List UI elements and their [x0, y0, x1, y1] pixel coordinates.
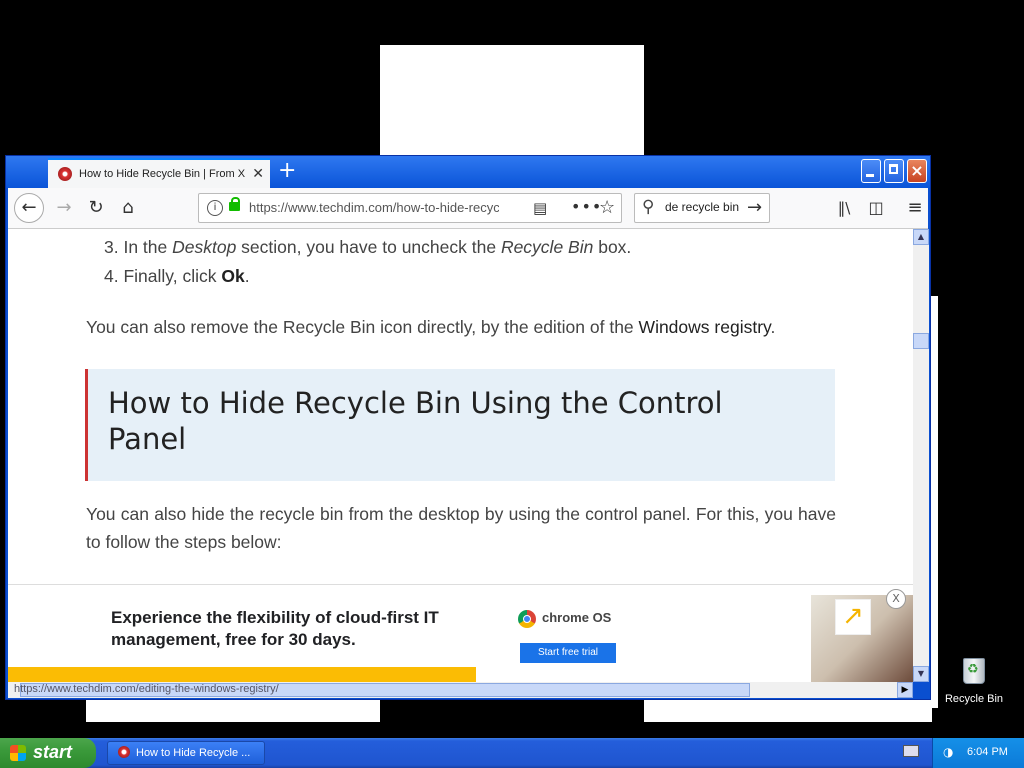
firefox-icon	[118, 746, 130, 758]
arrow-up-right-icon: ↗	[835, 599, 871, 635]
site-favicon-icon	[58, 167, 72, 181]
search-icon: ⚲	[642, 197, 655, 217]
network-icon[interactable]: ◑	[943, 746, 957, 758]
sidebar-icon[interactable]: ◫	[864, 196, 888, 220]
maximize-button[interactable]	[884, 159, 904, 183]
list-item: 4. Finally, click Ok.	[104, 266, 250, 286]
clock[interactable]: 6:04 PM	[967, 746, 1008, 758]
close-window-button[interactable]: ×	[907, 159, 927, 183]
back-button[interactable]: ←	[14, 193, 44, 223]
paragraph: You can also remove the Recycle Bin icon…	[86, 317, 776, 337]
home-button[interactable]: ⌂	[116, 196, 140, 220]
forward-button[interactable]: →	[52, 196, 76, 220]
ad-banner[interactable]: Experience the flexibility of cloud-firs…	[8, 584, 913, 682]
paragraph: You can also hide the recycle bin from t…	[86, 504, 836, 552]
ad-brand: chrome OS	[542, 610, 612, 625]
reader-view-icon[interactable]: ▤	[533, 199, 547, 217]
background-window-bottom-left	[86, 700, 380, 722]
browser-tab[interactable]: How to Hide Recycle Bin | From XP to... …	[48, 158, 270, 188]
title-bar[interactable]: How to Hide Recycle Bin | From XP to... …	[6, 156, 930, 188]
url-text[interactable]: https://www.techdim.com/how-to-hide-recy…	[249, 200, 499, 215]
ad-accent-bar	[8, 667, 476, 682]
steps-list: 3. In the Desktop section, you have to u…	[104, 233, 631, 291]
keyboard-icon[interactable]	[903, 745, 919, 757]
bookmark-star-icon[interactable]: ☆	[599, 197, 615, 218]
scroll-up-icon[interactable]: ▲	[913, 229, 929, 245]
section-heading-box: How to Hide Recycle Bin Using the Contro…	[85, 369, 835, 481]
search-go-icon[interactable]: →	[747, 197, 762, 218]
windows-logo-icon	[10, 745, 26, 761]
site-info-icon[interactable]: i	[207, 200, 223, 216]
recycle-bin-icon	[961, 655, 987, 685]
page-content: 3. In the Desktop section, you have to u…	[8, 229, 913, 682]
address-bar[interactable]: i https://www.techdim.com/how-to-hide-re…	[198, 193, 622, 223]
page-actions-icon[interactable]: •••	[571, 197, 602, 216]
tab-close-icon[interactable]: ✕	[252, 166, 264, 182]
close-icon: ×	[910, 161, 924, 180]
navigation-toolbar: ← → ↻ ⌂ i https://www.techdim.com/how-to…	[8, 188, 928, 229]
taskbar: start How to Hide Recycle ... ◑ 6:04 PM	[0, 738, 1024, 768]
secure-lock-icon	[229, 197, 240, 211]
browser-window: How to Hide Recycle Bin | From XP to... …	[5, 155, 931, 700]
start-label: start	[33, 742, 73, 762]
background-window-top	[380, 45, 644, 157]
search-box[interactable]: ⚲ de recycle bin →	[634, 193, 770, 223]
library-icon[interactable]: ‖\	[832, 196, 856, 220]
chrome-logo-icon	[518, 610, 536, 628]
ad-close-button[interactable]: X	[886, 589, 906, 609]
ad-headline: Experience the flexibility of cloud-firs…	[111, 608, 439, 649]
list-item: 3. In the Desktop section, you have to u…	[104, 237, 632, 257]
reload-button[interactable]: ↻	[84, 196, 108, 220]
scroll-right-icon[interactable]: ▶	[897, 682, 913, 698]
desktop-icon-label: Recycle Bin	[944, 693, 1004, 705]
system-tray: ◑ 6:04 PM	[932, 738, 1024, 768]
menu-icon[interactable]: ≡	[903, 196, 927, 220]
scroll-thumb[interactable]	[913, 333, 929, 349]
taskbar-item-firefox[interactable]: How to Hide Recycle ...	[107, 741, 265, 765]
tab-title: How to Hide Recycle Bin | From XP to...	[79, 168, 246, 180]
background-window-bottom-right	[644, 700, 932, 722]
taskbar-item-label: How to Hide Recycle ...	[136, 747, 251, 759]
minimize-button[interactable]	[861, 159, 881, 183]
status-link-url: https://www.techdim.com/editing-the-wind…	[14, 683, 279, 695]
horizontal-scrollbar[interactable]: https://www.techdim.com/editing-the-wind…	[8, 682, 913, 698]
new-tab-button[interactable]: +	[278, 160, 296, 182]
search-input[interactable]: de recycle bin	[665, 200, 745, 214]
windows-registry-link[interactable]: Windows registry	[639, 317, 771, 337]
section-heading: How to Hide Recycle Bin Using the Contro…	[108, 386, 723, 456]
scroll-down-icon[interactable]: ▼	[913, 666, 929, 682]
vertical-scrollbar[interactable]: ▲ ▼	[913, 229, 929, 682]
start-trial-button[interactable]: Start free trial	[520, 643, 616, 663]
start-button[interactable]: start	[0, 738, 96, 768]
recycle-bin-desktop-icon[interactable]: Recycle Bin	[938, 655, 1010, 705]
